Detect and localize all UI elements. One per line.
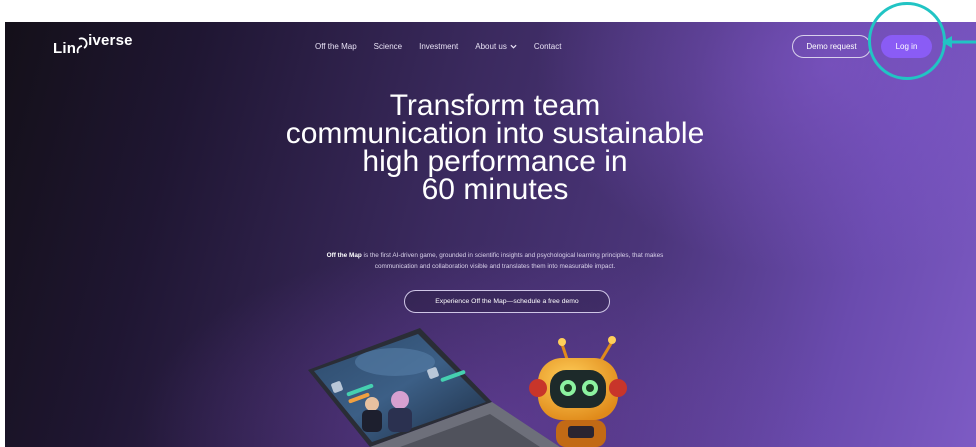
- nav-off-the-map[interactable]: Off the Map: [315, 42, 357, 51]
- headline-line: Transform team: [389, 89, 601, 122]
- chevron-down-icon: [510, 44, 517, 49]
- description-line2: communication and collaboration visible …: [374, 263, 616, 270]
- nav-contact[interactable]: Contact: [534, 42, 562, 51]
- demo-request-button[interactable]: Demo request: [792, 35, 871, 58]
- main-nav: Off the Map Science Investment About us …: [315, 42, 561, 51]
- logo-superscript: iverse: [88, 32, 133, 49]
- hero-section: Lin iverse Off the Map Science Investmen…: [5, 22, 976, 447]
- linqiverse-logo[interactable]: Lin iverse: [53, 32, 133, 60]
- hero-description: Off the Map is the first AI-driven game,…: [250, 250, 740, 272]
- arrow-icon: [942, 36, 976, 48]
- hero-headline: Transform team communication into sustai…: [225, 89, 765, 206]
- nav-about-us-label: About us: [475, 42, 507, 51]
- laptop: [308, 328, 560, 447]
- schedule-demo-button[interactable]: Experience Off the Map—schedule a free d…: [404, 290, 610, 313]
- headline-line: high performance in: [362, 145, 628, 178]
- nav-investment[interactable]: Investment: [419, 42, 458, 51]
- nav-science[interactable]: Science: [374, 42, 402, 51]
- headline-line: communication into sustainable: [285, 117, 705, 150]
- description-bold: Off the Map: [326, 252, 362, 259]
- logo-text: Lin: [53, 40, 77, 57]
- robot-mascot: [529, 336, 627, 447]
- logo-q-icon: [76, 35, 88, 60]
- laptop-robot-illustration: [308, 328, 627, 447]
- login-button[interactable]: Log in: [881, 35, 932, 58]
- headline-line: 60 minutes: [421, 173, 569, 206]
- description-line1: is the first AI-driven game, grounded in…: [361, 252, 664, 259]
- hero-illustration: [300, 322, 720, 447]
- nav-about-us[interactable]: About us: [475, 42, 517, 51]
